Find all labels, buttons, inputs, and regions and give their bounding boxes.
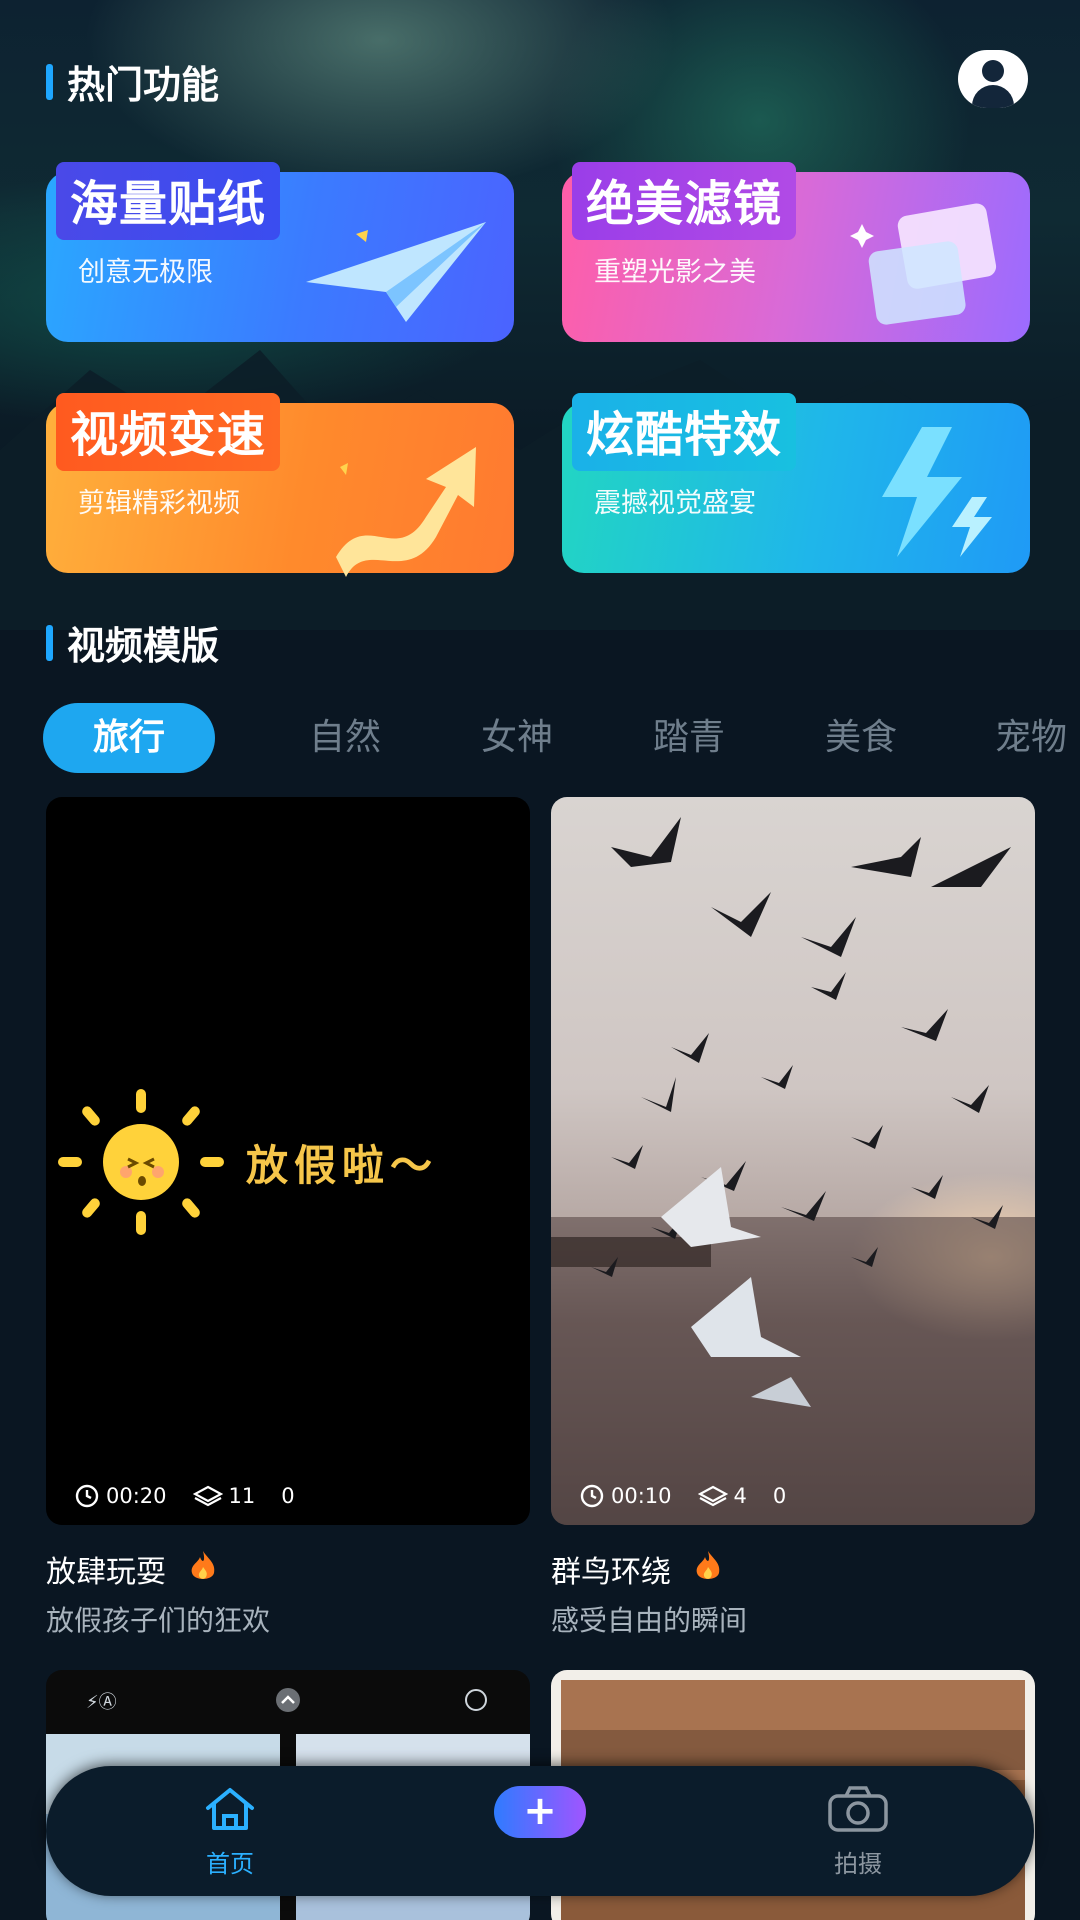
- template-card[interactable]: 放假啦～ 00:20 11 0 放肆玩耍 放假孩子们的狂欢: [46, 797, 530, 1639]
- birds-photo: [551, 817, 1035, 1525]
- template-name: 群鸟环绕: [551, 1555, 671, 1590]
- tab-goddess[interactable]: 女神: [462, 703, 572, 773]
- camera-icon: [828, 1786, 888, 1832]
- fire-icon: [188, 1549, 218, 1590]
- template-name-row: 放肆玩耍: [46, 1547, 530, 1591]
- clock-icon: [580, 1484, 604, 1508]
- template-duration: 00:20: [106, 1484, 167, 1508]
- bottom-navigation: 首页 + 拍摄: [46, 1766, 1034, 1896]
- feature-card-effects[interactable]: 炫酷特效 震撼视觉盛宴: [562, 393, 1030, 573]
- user-avatar-icon[interactable]: [958, 50, 1028, 108]
- svg-text:⚡Ⓐ: ⚡Ⓐ: [86, 1692, 117, 1713]
- template-card[interactable]: 00:10 4 0 群鸟环绕 感受自由的瞬间: [551, 797, 1035, 1639]
- hot-features-title: 热门功能: [46, 54, 219, 109]
- hot-features-title-text: 热门功能: [67, 63, 220, 107]
- title-accent-bar: [46, 624, 53, 661]
- create-plus-button[interactable]: +: [494, 1786, 586, 1838]
- feature-subtitle: 剪辑精彩视频: [78, 488, 240, 519]
- feature-card-stickers[interactable]: 海量贴纸 创意无极限: [46, 162, 514, 342]
- template-description: 放假孩子们的狂欢: [46, 1604, 271, 1637]
- lightning-icon: [882, 427, 992, 557]
- tab-pets[interactable]: 宠物: [976, 703, 1080, 773]
- feature-card-filters[interactable]: 绝美滤镜 重塑光影之美: [562, 162, 1030, 342]
- trend-arrow-icon: [336, 447, 476, 577]
- paper-plane-icon: [306, 222, 486, 322]
- template-thumbnail[interactable]: 放假啦～ 00:20 11 0: [46, 797, 530, 1525]
- tab-spring-outing[interactable]: 踏青: [634, 703, 744, 773]
- template-layers: 11: [228, 1484, 256, 1508]
- nav-shoot-label: 拍摄: [834, 1850, 882, 1878]
- feature-subtitle: 重塑光影之美: [594, 257, 756, 288]
- feature-card-speed[interactable]: 视频变速 剪辑精彩视频: [46, 393, 514, 577]
- template-thumbnail[interactable]: 00:10 4 0: [551, 797, 1035, 1525]
- tab-food[interactable]: 美食: [806, 703, 916, 773]
- feature-title: 视频变速: [56, 393, 281, 471]
- tab-nature[interactable]: 自然: [290, 703, 400, 773]
- title-accent-bar: [46, 63, 53, 100]
- feature-subtitle: 震撼视觉盛宴: [594, 488, 756, 519]
- layers-icon: [192, 1485, 223, 1507]
- template-layers: 4: [733, 1484, 747, 1508]
- nav-home[interactable]: 首页: [170, 1784, 290, 1879]
- template-count: 0: [281, 1484, 295, 1508]
- template-description: 感受自由的瞬间: [551, 1604, 748, 1637]
- video-templates-title-text: 视频模版: [67, 624, 220, 668]
- template-count: 0: [772, 1484, 787, 1508]
- feature-title: 绝美滤镜: [572, 162, 797, 240]
- tab-travel[interactable]: 旅行: [43, 703, 215, 773]
- nav-home-label: 首页: [206, 1850, 254, 1878]
- video-templates-title: 视频模版: [46, 615, 219, 670]
- category-tabs: 旅行 自然 女神 踏青 美食 宠物: [0, 703, 1080, 775]
- template-overlay-text: 放假啦～: [246, 1141, 439, 1190]
- template-meta: 00:20 11 0: [74, 1483, 295, 1509]
- template-name: 放肆玩耍: [46, 1555, 166, 1590]
- fire-icon: [693, 1549, 723, 1590]
- feature-subtitle: 创意无极限: [78, 257, 213, 288]
- feature-title: 海量贴纸: [56, 162, 281, 240]
- nav-shoot[interactable]: 拍摄: [798, 1784, 918, 1879]
- layers-icon: [697, 1485, 728, 1507]
- home-icon: [206, 1788, 254, 1830]
- template-name-row: 群鸟环绕: [551, 1547, 1035, 1591]
- filter-layers-icon: [850, 203, 997, 325]
- clock-icon: [75, 1484, 99, 1508]
- template-duration: 00:10: [611, 1484, 672, 1508]
- feature-title: 炫酷特效: [572, 393, 797, 471]
- template-meta: 00:10 4 0: [579, 1483, 786, 1509]
- sun-illustration: [58, 1089, 224, 1235]
